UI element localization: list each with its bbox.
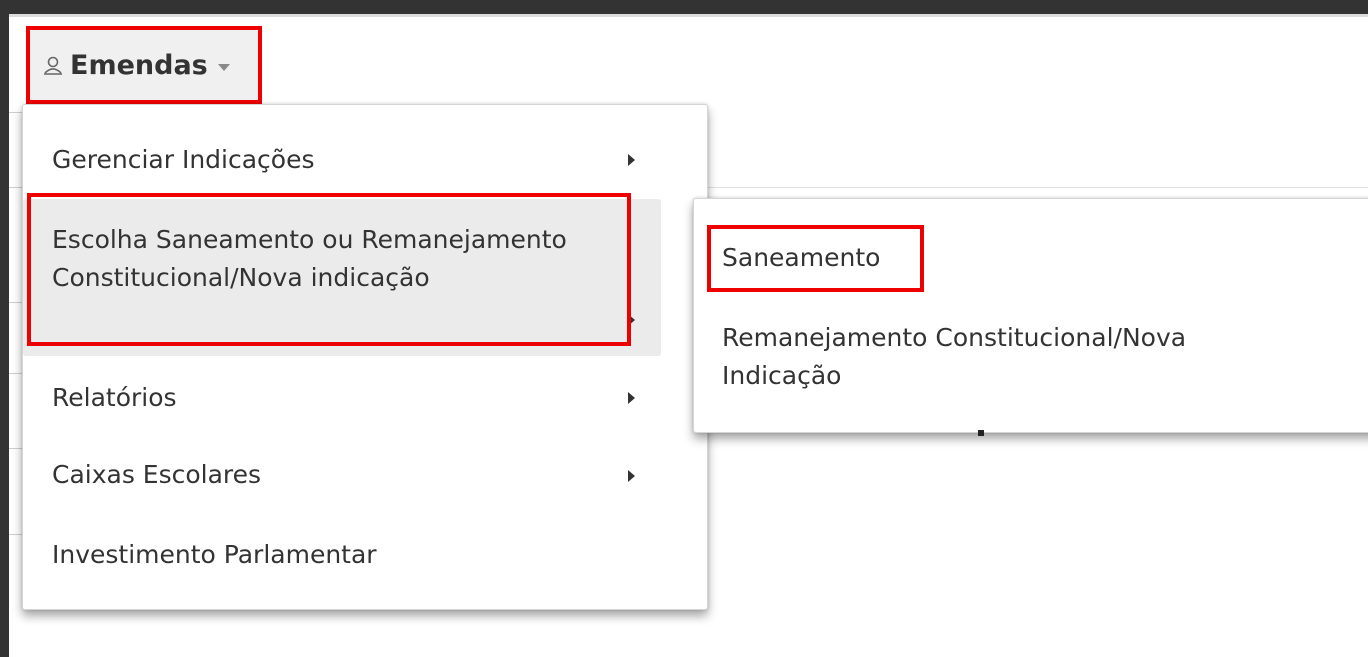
emendas-menu-button[interactable]: Emendas [26,26,262,104]
menu-item-investimento-parlamentar[interactable]: Investimento Parlamentar [23,536,707,574]
menu-item-label: Relatórios [52,383,177,412]
submenu-arrow-icon [628,154,635,166]
background-divider [706,187,1368,188]
caret-down-icon [217,63,230,71]
screenshot-frame-left [0,0,9,657]
screenshot-frame-top [0,0,1368,14]
top-border-line [9,14,1368,17]
submenu-item-label-line1: Remanejamento Constitucional/Nova [722,323,1187,352]
submenu-arrow-icon [628,392,635,404]
menu-item-label-line1: Escolha Saneamento ou Remanejamento [52,225,567,254]
background-mark [978,430,984,436]
submenu-item-label-line2: Indicação [722,361,842,390]
emendas-dropdown-menu: Gerenciar Indicações Escolha Saneamento … [22,104,708,610]
submenu-item-label: Saneamento [722,243,881,272]
menu-item-escolha-saneamento[interactable]: Escolha Saneamento ou Remanejamento Cons… [23,221,707,297]
submenu-arrow-icon [628,314,635,326]
menu-item-gerenciar-indicacoes[interactable]: Gerenciar Indicações [23,141,707,179]
menu-item-label: Investimento Parlamentar [52,540,377,569]
emendas-label: Emendas [70,49,208,81]
menu-item-label: Gerenciar Indicações [52,145,315,174]
escolha-submenu: Saneamento Remanejamento Constitucional/… [693,198,1368,433]
menu-item-label: Caixas Escolares [52,460,262,489]
user-icon [42,55,64,75]
submenu-item-saneamento[interactable]: Saneamento [722,239,880,277]
submenu-arrow-icon [628,470,635,482]
menu-item-label-line2: Constitucional/Nova indicação [52,263,430,292]
submenu-item-remanejamento[interactable]: Remanejamento Constitucional/Nova Indica… [722,319,1186,395]
menu-item-relatorios[interactable]: Relatórios [23,379,707,417]
menu-item-caixas-escolares[interactable]: Caixas Escolares [23,456,707,494]
